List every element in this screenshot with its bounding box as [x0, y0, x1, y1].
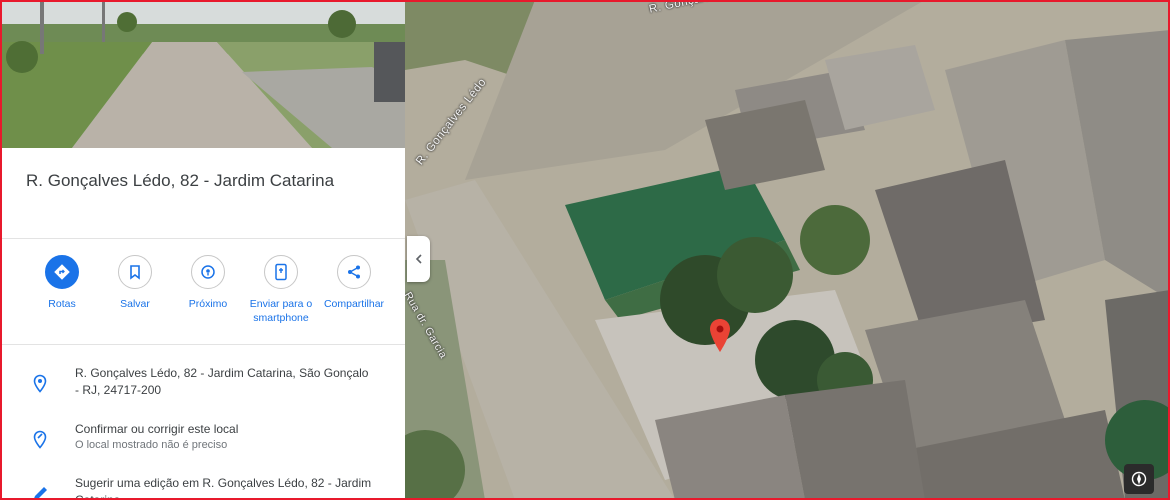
satellite-map[interactable] [405, 0, 1170, 500]
compass-button[interactable] [1124, 464, 1154, 494]
directions-icon [45, 255, 79, 289]
share-icon [337, 255, 371, 289]
pencil-icon [34, 487, 47, 498]
divider [2, 344, 405, 345]
chevron-left-icon [415, 254, 422, 264]
confirm-location-row[interactable]: Confirmar ou corrigir este local O local… [2, 421, 405, 465]
nearby-button[interactable]: Próximo [173, 255, 243, 311]
nearby-label: Próximo [188, 298, 228, 310]
suggest-edit-row[interactable]: Sugerir uma edição em R. Gonçalves Lédo,… [2, 475, 405, 498]
confirm-location-title: Confirmar ou corrigir este local [75, 422, 239, 436]
street-view-photo[interactable] [2, 2, 405, 148]
save-label: Salvar [120, 298, 150, 310]
confirm-location-subtitle: O local mostrado não é preciso [75, 439, 228, 451]
compass-icon [1131, 471, 1147, 487]
confirm-location-text: Confirmar ou corrigir este local O local… [75, 421, 375, 453]
directions-button[interactable]: Rotas [27, 255, 97, 311]
address-text: R. Gonçalves Lédo, 82 - Jardim Catarina,… [75, 366, 369, 397]
send-to-phone-icon [264, 255, 298, 289]
divider [2, 238, 405, 239]
bookmark-icon [118, 255, 152, 289]
send-to-phone-button[interactable]: Enviar para o smartphone [246, 255, 316, 325]
location-marker[interactable] [708, 318, 732, 359]
suggest-edit-text: Sugerir uma edição em R. Gonçalves Lédo,… [75, 476, 372, 498]
action-bar: Rotas Salvar Próximo Enviar para o smart… [16, 255, 401, 335]
address-row[interactable]: R. Gonçalves Lédo, 82 - Jardim Catarina,… [2, 365, 405, 415]
save-button[interactable]: Salvar [100, 255, 170, 311]
share-button[interactable]: Compartilhar [319, 255, 389, 311]
collapse-panel-button[interactable] [407, 236, 430, 282]
directions-label: Rotas [48, 298, 76, 310]
send-to-phone-label: Enviar para o smartphone [249, 298, 313, 324]
share-label: Compartilhar [323, 298, 385, 310]
nearby-icon [191, 255, 225, 289]
place-panel: R. Gonçalves Lédo, 82 - Jardim Catarina … [2, 2, 405, 498]
edit-location-icon [33, 430, 47, 449]
red-pin-icon [710, 319, 730, 352]
location-pin-icon [33, 374, 47, 393]
place-title: R. Gonçalves Lédo, 82 - Jardim Catarina [26, 171, 335, 190]
